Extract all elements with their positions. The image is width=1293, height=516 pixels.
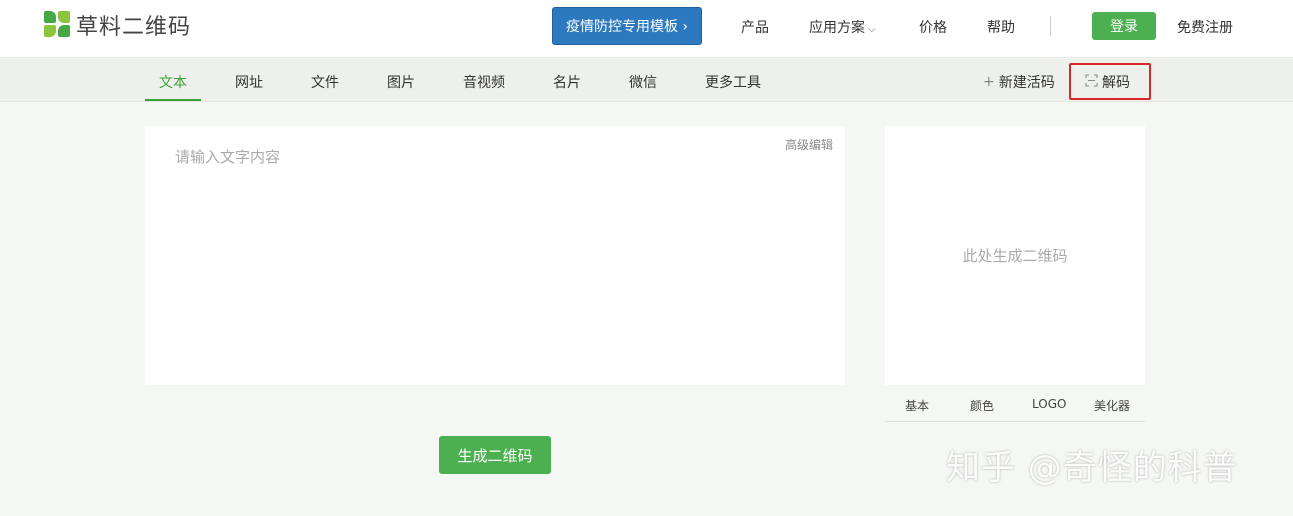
epidemic-template-button[interactable]: 疫情防控专用模板 ›: [552, 7, 702, 45]
text-content-input[interactable]: [145, 126, 845, 385]
active-tab-indicator: [145, 99, 201, 101]
tab-url[interactable]: 网址: [235, 72, 263, 92]
qr-preview-panel: 此处生成二维码: [885, 126, 1145, 385]
qr-placeholder-text: 此处生成二维码: [962, 247, 1068, 265]
qr-style-tabs: 基本 颜色 LOGO 美化器: [885, 394, 1145, 422]
logo-icon: [44, 11, 72, 39]
type-tabbar: 文本 网址 文件 图片 音视频 名片 微信 更多工具 + 新建活码 解码: [0, 59, 1293, 102]
new-live-code-link[interactable]: + 新建活码: [983, 72, 1055, 92]
new-live-code-label: 新建活码: [998, 75, 1055, 91]
chevron-down-icon: ⌵: [868, 24, 876, 35]
nav-solutions[interactable]: 应用方案 ⌵: [809, 17, 876, 37]
nav-help[interactable]: 帮助: [987, 17, 1015, 37]
qr-tab-color[interactable]: 颜色: [970, 397, 994, 414]
login-button[interactable]: 登录: [1092, 12, 1156, 40]
qr-tab-beautify[interactable]: 美化器: [1094, 397, 1130, 414]
register-link[interactable]: 免费注册: [1177, 17, 1233, 37]
generate-qr-button[interactable]: 生成二维码: [439, 436, 551, 474]
tab-file[interactable]: 文件: [311, 72, 339, 92]
logo-text: 草料二维码: [76, 15, 192, 40]
advanced-edit-link[interactable]: 高级编辑: [785, 136, 833, 153]
zhihu-watermark: 知乎 @奇怪的科普: [946, 448, 1238, 488]
qr-tab-basic[interactable]: 基本: [905, 397, 929, 414]
tab-audio-video[interactable]: 音视频: [463, 72, 505, 92]
nav-products[interactable]: 产品: [741, 17, 769, 37]
decode-highlight-box: [1069, 63, 1151, 100]
plus-icon: +: [983, 74, 995, 90]
site-logo[interactable]: 草料二维码: [44, 11, 192, 40]
qr-tab-logo[interactable]: LOGO: [1032, 397, 1066, 411]
nav-solutions-label: 应用方案: [809, 20, 865, 36]
tab-business-card[interactable]: 名片: [553, 72, 581, 92]
tab-text[interactable]: 文本: [159, 72, 187, 92]
tab-wechat[interactable]: 微信: [629, 72, 657, 92]
tab-more-tools[interactable]: 更多工具: [705, 72, 761, 92]
nav-pricing[interactable]: 价格: [919, 17, 947, 37]
nav-divider: [1050, 16, 1051, 36]
tab-image[interactable]: 图片: [387, 72, 415, 92]
top-header: 草料二维码 疫情防控专用模板 › 产品 应用方案 ⌵ 价格 帮助 登录 免费注册: [0, 0, 1293, 58]
text-editor-panel: 高级编辑: [145, 126, 845, 385]
